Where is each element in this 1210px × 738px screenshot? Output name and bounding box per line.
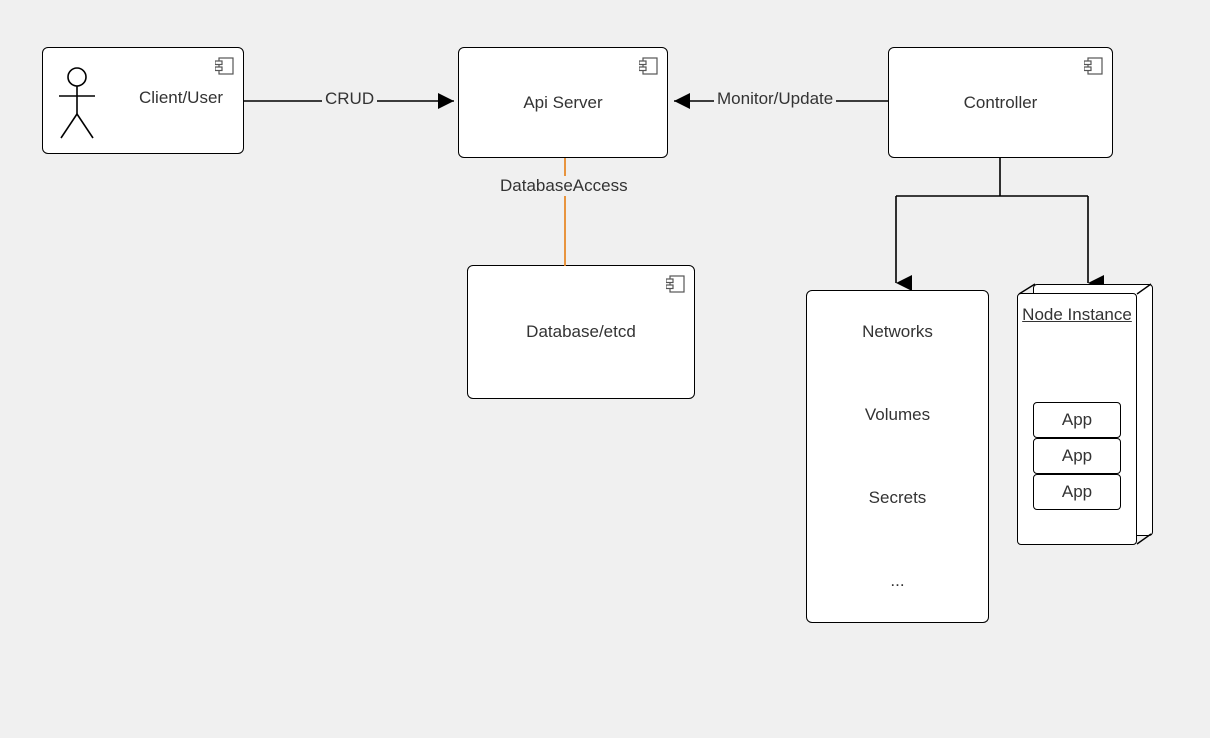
resource-secrets: Secrets — [806, 456, 989, 540]
node-app-1-label: App — [1062, 410, 1092, 430]
component-controller: Controller — [888, 47, 1113, 158]
node-app-2-label: App — [1062, 446, 1092, 466]
node-title: Node Instance — [1022, 304, 1132, 325]
component-icon — [639, 56, 659, 76]
component-api-label: Api Server — [523, 93, 602, 113]
resource-networks: Networks — [806, 290, 989, 374]
component-api-server: Api Server — [458, 47, 668, 158]
edge-label-crud: CRUD — [322, 89, 377, 109]
node-app-3-label: App — [1062, 482, 1092, 502]
component-icon — [1084, 56, 1104, 76]
node-app-2: App — [1033, 438, 1121, 474]
component-icon — [666, 274, 686, 294]
component-database-label: Database/etcd — [526, 322, 636, 342]
component-controller-label: Controller — [964, 93, 1038, 113]
node-app-3: App — [1033, 474, 1121, 510]
actor-icon — [53, 66, 101, 144]
component-database: Database/etcd — [467, 265, 695, 399]
component-icon — [215, 56, 235, 76]
resource-networks-label: Networks — [862, 322, 933, 342]
resource-more-label: ... — [890, 571, 904, 591]
resource-more: ... — [806, 539, 989, 623]
resource-volumes-label: Volumes — [865, 405, 930, 425]
component-client-label: Client/User — [139, 88, 223, 108]
resource-secrets-label: Secrets — [869, 488, 927, 508]
component-client: Client/User — [42, 47, 244, 154]
edge-label-monitor: Monitor/Update — [714, 89, 836, 109]
node-app-1: App — [1033, 402, 1121, 438]
diagram-canvas: Client/User Api Server Controller Databa… — [0, 0, 1210, 738]
resource-volumes: Volumes — [806, 373, 989, 457]
connector-dbaccess — [555, 158, 575, 266]
connector-controller-children — [800, 158, 1140, 290]
edge-label-dbaccess: DatabaseAccess — [497, 176, 631, 196]
